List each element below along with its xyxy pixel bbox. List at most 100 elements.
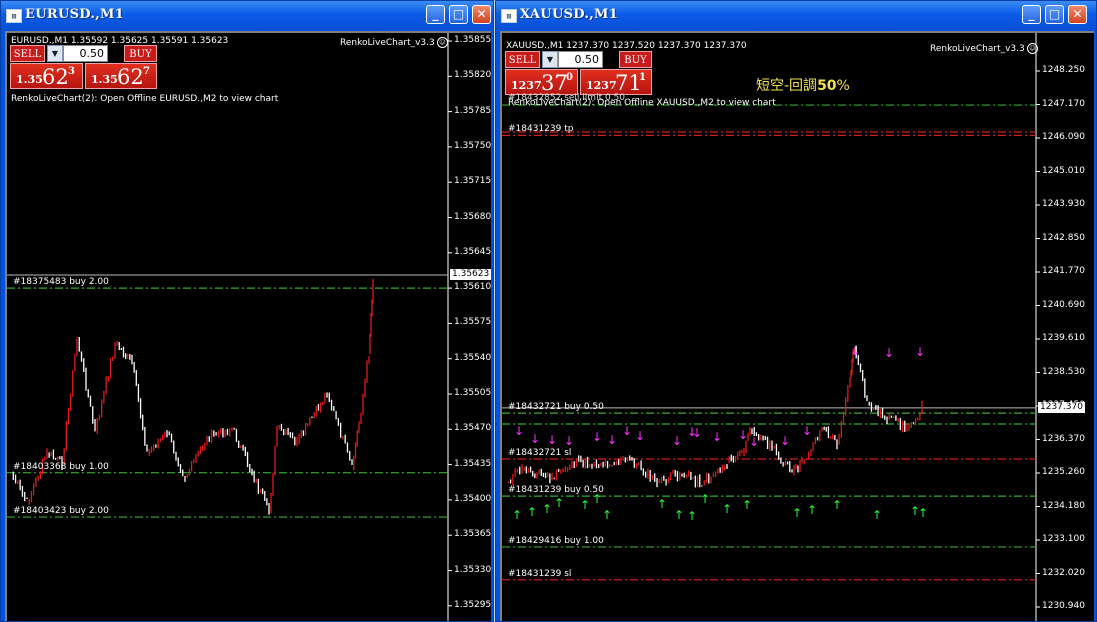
ask-fraction: 1 [639, 72, 646, 83]
order-label: #18432721 buy 0.50 [508, 402, 604, 413]
annotation-value: 50 [817, 78, 837, 94]
price-axis-label: 1241.770 [1042, 266, 1085, 276]
sell-signal-arrow-icon: ↓ [672, 434, 682, 448]
eurusd-chart-svg [7, 33, 452, 621]
price-axis-label: 1230.940 [1042, 601, 1085, 611]
xauusd-chart-svg: ↑ ↑ ↑ ↑ ↑ ↑↑↑↑ ↑↑↑ ↑↑ ↑ ↑↑ ↑↑↓↓ ↓ ↓ ↓ ↓↓ ↓ ↓↓↓ ↓ ↓ ↓ ↓↓↓ ↓ ↓ [502, 33, 1040, 621]
price-axis-label: 1.35575 [454, 317, 492, 328]
buy-signal-arrow-icon: ↑ [512, 508, 522, 522]
sell-signal-arrow-icon: ↓ [850, 344, 860, 358]
ask-prefix: 1237 [586, 79, 617, 92]
sell-signal-arrow-icon: ↓ [592, 430, 602, 444]
bid-price-box[interactable]: 1237 37 0 [505, 69, 578, 95]
price-axis-label: 1242.850 [1042, 232, 1085, 243]
close-icon[interactable]: ✕ [472, 5, 491, 24]
xauusd-trade-panel: SELL ▼ 0.50 BUY 1237 37 0 1237 71 1 [505, 51, 655, 96]
price-axis-label: 1243.930 [1042, 199, 1085, 209]
minimize-icon[interactable]: _ [426, 5, 445, 24]
bid-fraction: 0 [566, 72, 573, 83]
bid-fraction: 3 [68, 66, 75, 77]
xauusd-window-title: XAUUSD.,M1 [520, 7, 619, 22]
eurusd-titlebar[interactable]: ▥ EURUSD.,M1 _ □ ✕ [1, 1, 493, 30]
ask-price-box[interactable]: 1237 71 1 [580, 69, 652, 95]
eurusd-chart-comment: RenkoLiveChart(2): Open Offline EURUSD.,… [11, 94, 279, 104]
xauusd-chart-area[interactable]: ↑ ↑ ↑ ↑ ↑ ↑ ↑ ↑ ↑ ↑ ↑ ↑ ↑ ↑ ↑ ↑ ↑ ↑ ↑ ↓ ↓ ↓ ↓ ↓ ↓ ↓ ↓ ↓ ↓ ↓ ↓ ↓ ↓ ↓ ↓ ↓ ↓ ↓ X… [500, 31, 1094, 621]
ask-pips: 71 [615, 71, 642, 95]
close-icon[interactable]: ✕ [1068, 5, 1087, 24]
sell-signal-arrow-icon: ↓ [547, 433, 557, 447]
price-axis-label: 1236.370 [1042, 433, 1085, 444]
lot-size-input[interactable]: 0.50 [558, 51, 603, 68]
price-axis-label: 1247.170 [1042, 98, 1085, 109]
buy-signal-arrow-icon: ↑ [792, 506, 802, 520]
price-axis-label: 1.35855 [454, 35, 492, 45]
price-axis-label: 1.35785 [454, 105, 492, 116]
price-axis-label: 1238.530 [1042, 366, 1085, 377]
sell-signal-arrow-icon: ↓ [622, 424, 632, 438]
price-axis-label: 1.35645 [454, 246, 492, 257]
buy-button[interactable]: BUY [124, 45, 157, 62]
price-axis-label: 1.35470 [454, 423, 492, 434]
sell-signal-arrow-icon: ↓ [802, 424, 812, 438]
lot-dropdown-icon[interactable]: ▼ [47, 45, 63, 62]
price-axis-label: 1240.690 [1042, 299, 1085, 310]
xauusd-ohlc-info: XAUUSD.,M1 1237.370 1237.520 1237.370 12… [506, 41, 747, 51]
buy-signal-arrow-icon: ↑ [527, 505, 537, 519]
buy-button[interactable]: BUY [619, 51, 652, 68]
buy-signal-arrow-icon: ↑ [687, 509, 697, 523]
ask-pips: 62 [117, 65, 144, 89]
xauusd-titlebar[interactable]: ▥ XAUUSD.,M1 _ □ ✕ [496, 1, 1096, 30]
bid-price-box[interactable]: 1.35 62 3 [10, 63, 83, 89]
price-axis-label: 1232.020 [1042, 567, 1085, 578]
sell-signal-arrow-icon: ↓ [530, 432, 540, 446]
price-axis-label: 1.35435 [454, 458, 492, 469]
xauusd-pending-order-label: #18432852 sell limit 0.50 [508, 93, 625, 103]
sell-button[interactable]: SELL [505, 51, 540, 68]
price-axis-label: 1.35610 [454, 282, 492, 293]
price-axis-label: 1248.250 [1042, 65, 1085, 75]
xauusd-chart-window[interactable]: ▥ XAUUSD.,M1 _ □ ✕ ↑ ↑ ↑ ↑ ↑ ↑ ↑ ↑ ↑ ↑ ↑ ↑ ↑ ↑ ↑ ↑ ↑ ↑ ↑ ↓ ↓… [495, 0, 1097, 622]
buy-signal-arrow-icon: ↑ [542, 502, 552, 516]
smiley-icon: ☺ [436, 37, 448, 48]
sell-button[interactable]: SELL [10, 45, 45, 62]
sell-signal-arrow-icon: ↓ [514, 424, 524, 438]
eurusd-chart-area[interactable]: EURUSD.,M1 1.35592 1.35625 1.35591 1.356… [5, 31, 492, 621]
sell-signal-arrow-icon: ↓ [749, 435, 759, 449]
lot-size-input[interactable]: 0.50 [63, 45, 108, 62]
price-axis-label: 1.35750 [454, 140, 492, 151]
price-axis-label: 1.35295 [454, 599, 492, 610]
sell-signal-arrow-icon: ↓ [915, 345, 925, 359]
xauusd-indicator-name: RenkoLiveChart_v3.3 ☺ [930, 43, 1038, 54]
ask-price-box[interactable]: 1.35 62 7 [85, 63, 157, 89]
price-axis-label: 1.35400 [454, 493, 492, 504]
sell-signal-arrow-icon: ↓ [607, 433, 617, 447]
sell-signal-arrow-icon: ↓ [780, 434, 790, 448]
maximize-icon[interactable]: □ [449, 5, 468, 24]
maximize-icon[interactable]: □ [1045, 5, 1064, 24]
sell-signal-arrow-icon: ↓ [884, 346, 894, 360]
bid-pips: 62 [42, 65, 69, 89]
eurusd-trade-panel: SELL ▼ 0.50 BUY 1.35 62 3 1.35 62 7 [10, 45, 160, 90]
order-label: #18375483 buy 2.00 [13, 277, 109, 288]
eurusd-indicator-name: RenkoLiveChart_v3.3 ☺ [340, 37, 448, 48]
buy-signal-arrow-icon: ↑ [657, 497, 667, 511]
smiley-icon: ☺ [1026, 43, 1038, 54]
eurusd-window-title: EURUSD.,M1 [25, 7, 125, 22]
buy-signal-arrow-icon: ↑ [872, 508, 882, 522]
buy-signal-arrow-icon: ↑ [700, 492, 710, 506]
order-label: #18431239 tp [508, 124, 574, 135]
lot-dropdown-icon[interactable]: ▼ [542, 51, 558, 68]
order-label: #18403423 buy 2.00 [13, 506, 109, 517]
bid-prefix: 1.35 [16, 73, 43, 86]
bid-pips: 37 [541, 71, 568, 95]
price-axis-label: 1.35540 [454, 352, 492, 363]
annotation-unit: % [836, 78, 850, 94]
price-axis-label: 1.35365 [454, 529, 492, 540]
current-price-label: 1.35623 [450, 268, 492, 280]
buy-signal-arrow-icon: ↑ [722, 502, 732, 516]
eurusd-chart-window[interactable]: ▥ EURUSD.,M1 _ □ ✕ EURUSD.,M1 1.35592 1.… [0, 0, 494, 622]
sell-signal-arrow-icon: ↓ [692, 426, 702, 440]
chart-window-icon: ▥ [6, 9, 22, 23]
minimize-icon[interactable]: _ [1022, 5, 1041, 24]
price-axis-label: 1.35680 [454, 211, 492, 222]
